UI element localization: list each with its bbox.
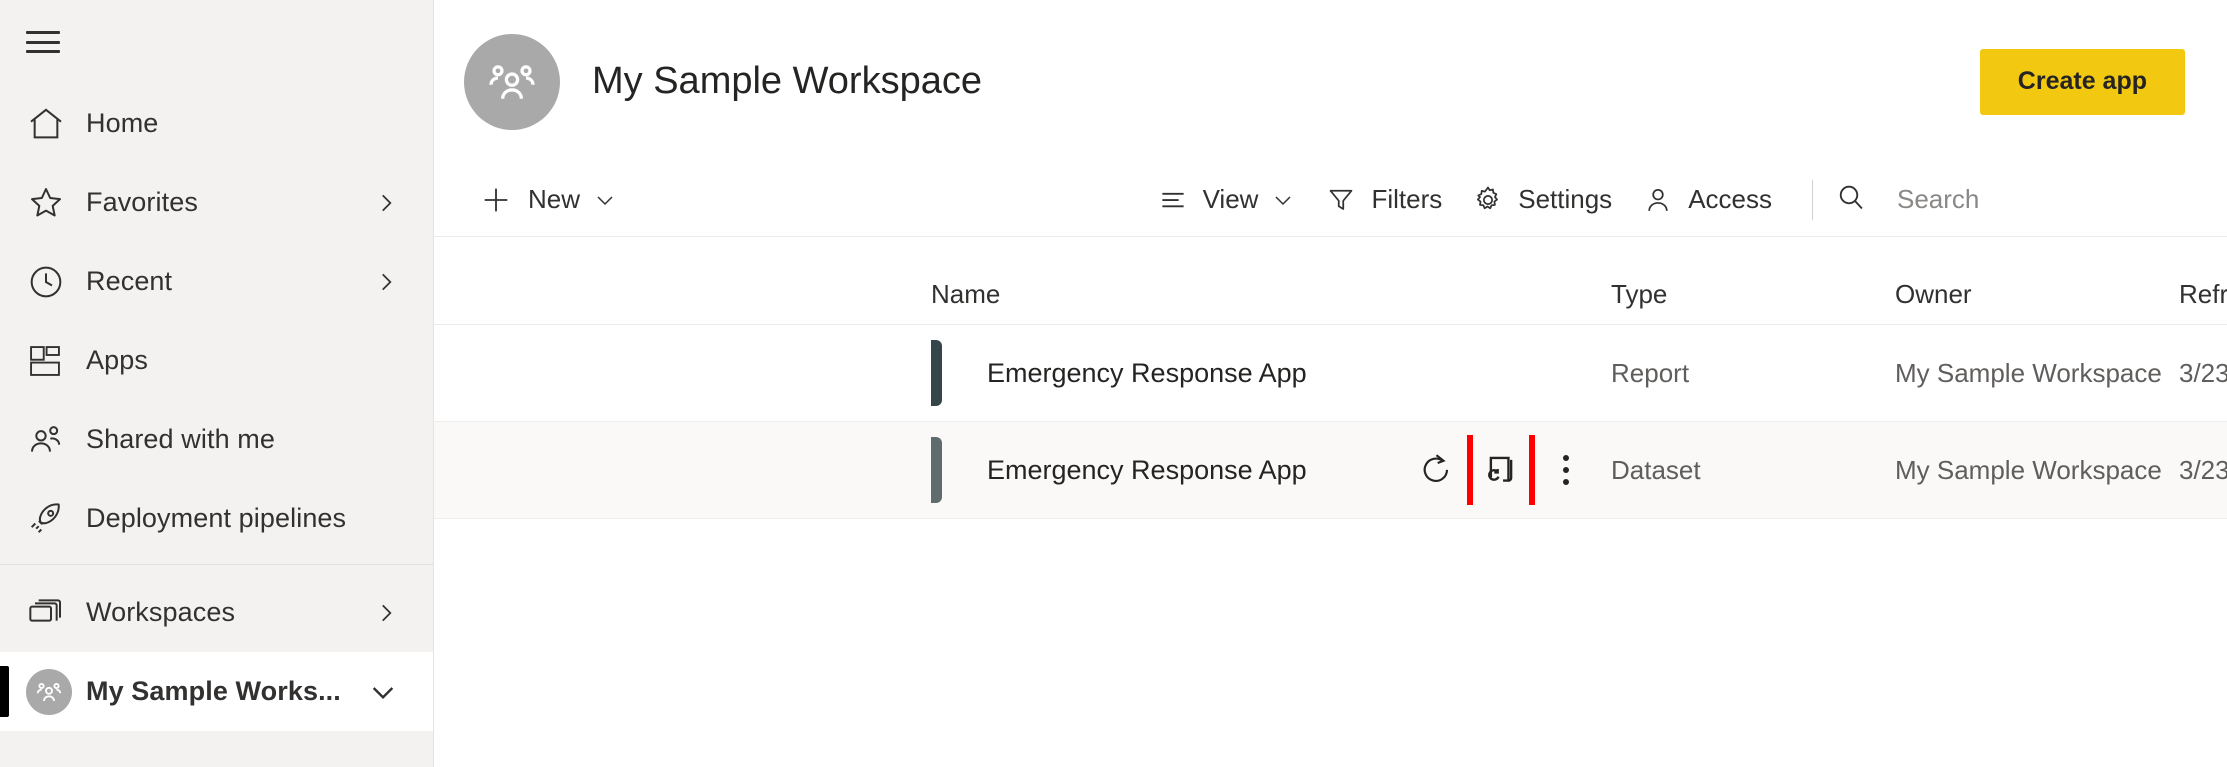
filters-button[interactable]: Filters: [1309, 169, 1456, 231]
chevron-right-icon[interactable]: [373, 269, 399, 295]
row-name-label[interactable]: Emergency Response App: [987, 358, 1307, 389]
sidebar-item-label: Favorites: [86, 187, 198, 217]
chevron-down-icon[interactable]: [1271, 188, 1295, 212]
row-type-cell: Dataset: [1611, 454, 1701, 485]
more-options-icon[interactable]: [1539, 443, 1593, 497]
row-name-cell[interactable]: Emergency Response App: [931, 435, 1611, 505]
row-owner-cell: My Sample Workspace: [1895, 454, 2162, 485]
chevron-down-icon[interactable]: [593, 188, 617, 212]
row-owner-cell: My Sample Workspace: [1895, 357, 2162, 388]
workspace-header: My Sample Workspace Create app: [434, 0, 2227, 163]
chevron-right-icon[interactable]: [373, 600, 399, 626]
plus-icon: [478, 183, 514, 217]
new-button[interactable]: New: [464, 169, 631, 231]
create-app-button[interactable]: Create app: [1979, 48, 2185, 115]
kebab-dots[interactable]: [1563, 455, 1569, 485]
column-header-name[interactable]: Name: [931, 279, 1611, 310]
row-name-label[interactable]: Emergency Response App: [987, 455, 1307, 486]
settings-button-label: Settings: [1518, 184, 1613, 214]
sidebar-item-label: Workspaces: [86, 597, 236, 627]
chevron-down-icon[interactable]: [367, 676, 399, 708]
table-header-row: Name Type Owner Refreshed Se: [434, 237, 2227, 325]
column-header-refreshed[interactable]: Refreshed: [2179, 279, 2227, 310]
access-button[interactable]: Access: [1626, 169, 1786, 231]
row-action-buttons: [1395, 435, 1611, 505]
sidebar-item-apps[interactable]: Apps: [0, 321, 433, 400]
workspace-group-avatar-icon: [464, 33, 560, 130]
view-button[interactable]: View: [1141, 169, 1310, 231]
sidebar-item-label: Shared with me: [86, 424, 275, 454]
column-header-type[interactable]: Type: [1611, 279, 1895, 310]
home-icon: [26, 103, 72, 145]
workspace-avatar-icon: [26, 668, 72, 715]
sidebar-divider: [0, 564, 433, 565]
search-icon[interactable]: [1835, 181, 1875, 218]
row-refreshed-cell: 3/23/20, 8:43:53 AM: [2179, 357, 2227, 388]
view-list-icon: [1155, 185, 1191, 215]
sidebar-item-home[interactable]: Home: [0, 84, 433, 163]
clock-icon: [26, 261, 72, 303]
sidebar-item-shared-with-me[interactable]: Shared with me: [0, 400, 433, 479]
sidebar-item-my-sample-workspace[interactable]: My Sample Works...: [0, 652, 433, 731]
refresh-now-icon[interactable]: [1409, 443, 1463, 497]
hamburger-icon[interactable]: [26, 31, 60, 53]
hamburger-menu-button[interactable]: [0, 0, 433, 84]
row-type-cell: Report: [1611, 357, 1690, 388]
schedule-refresh-icon[interactable]: [1467, 435, 1535, 505]
sidebar-item-recent[interactable]: Recent: [0, 242, 433, 321]
sidebar-item-favorites[interactable]: Favorites: [0, 163, 433, 242]
table-row[interactable]: Emergency Response App Report My Sample …: [434, 325, 2227, 422]
power-bi-workspace-page: Home Favorites Recent Apps Shared with m…: [0, 0, 2227, 767]
access-button-label: Access: [1688, 184, 1772, 214]
gear-icon: [1470, 184, 1506, 216]
person-icon: [1640, 184, 1676, 216]
sidebar-primary-nav: Home Favorites Recent Apps Shared with m…: [0, 84, 433, 731]
left-navigation-sidebar: Home Favorites Recent Apps Shared with m…: [0, 0, 434, 767]
page-title: My Sample Workspace: [592, 60, 982, 102]
sidebar-item-workspaces[interactable]: Workspaces: [0, 573, 433, 652]
sidebar-item-label: Deployment pipelines: [86, 503, 347, 533]
sidebar-item-label: Home: [86, 108, 159, 138]
workspace-command-bar: New View Filters Settings Access Search: [434, 163, 2227, 237]
search-input[interactable]: [1897, 184, 2197, 215]
table-row[interactable]: Emergency Response App Dataset My Sample…: [434, 422, 2227, 519]
settings-button[interactable]: Settings: [1456, 169, 1626, 231]
dataset-database-icon: [931, 437, 942, 503]
column-header-owner[interactable]: Owner: [1895, 279, 2179, 310]
chevron-right-icon[interactable]: [373, 190, 399, 216]
workspace-content-table: Name Type Owner Refreshed Se Emerg: [434, 237, 2227, 519]
sidebar-item-deployment-pipelines[interactable]: Deployment pipelines: [0, 479, 433, 558]
sidebar-item-label: Apps: [86, 345, 148, 375]
sidebar-item-label: My Sample Works...: [86, 676, 341, 706]
star-icon: [26, 182, 72, 224]
sidebar-item-label: Recent: [86, 266, 173, 296]
row-name-cell[interactable]: Emergency Response App: [931, 340, 1611, 406]
workspace-main-area: My Sample Workspace Create app New View …: [434, 0, 2227, 767]
filter-funnel-icon: [1323, 185, 1359, 215]
new-button-label: New: [528, 184, 581, 214]
workspaces-stack-icon: [26, 592, 72, 634]
rocket-icon: [26, 498, 72, 540]
command-bar-separator: [1812, 179, 1813, 220]
filters-button-label: Filters: [1371, 184, 1443, 214]
people-icon: [26, 419, 72, 461]
report-bar-chart-icon: [931, 340, 942, 406]
apps-grid-icon: [26, 340, 72, 382]
search-box[interactable]: [1831, 169, 2197, 231]
view-button-label: View: [1202, 184, 1259, 214]
row-refreshed-cell: 3/23/20, 8:43:53 AM: [2179, 454, 2227, 485]
